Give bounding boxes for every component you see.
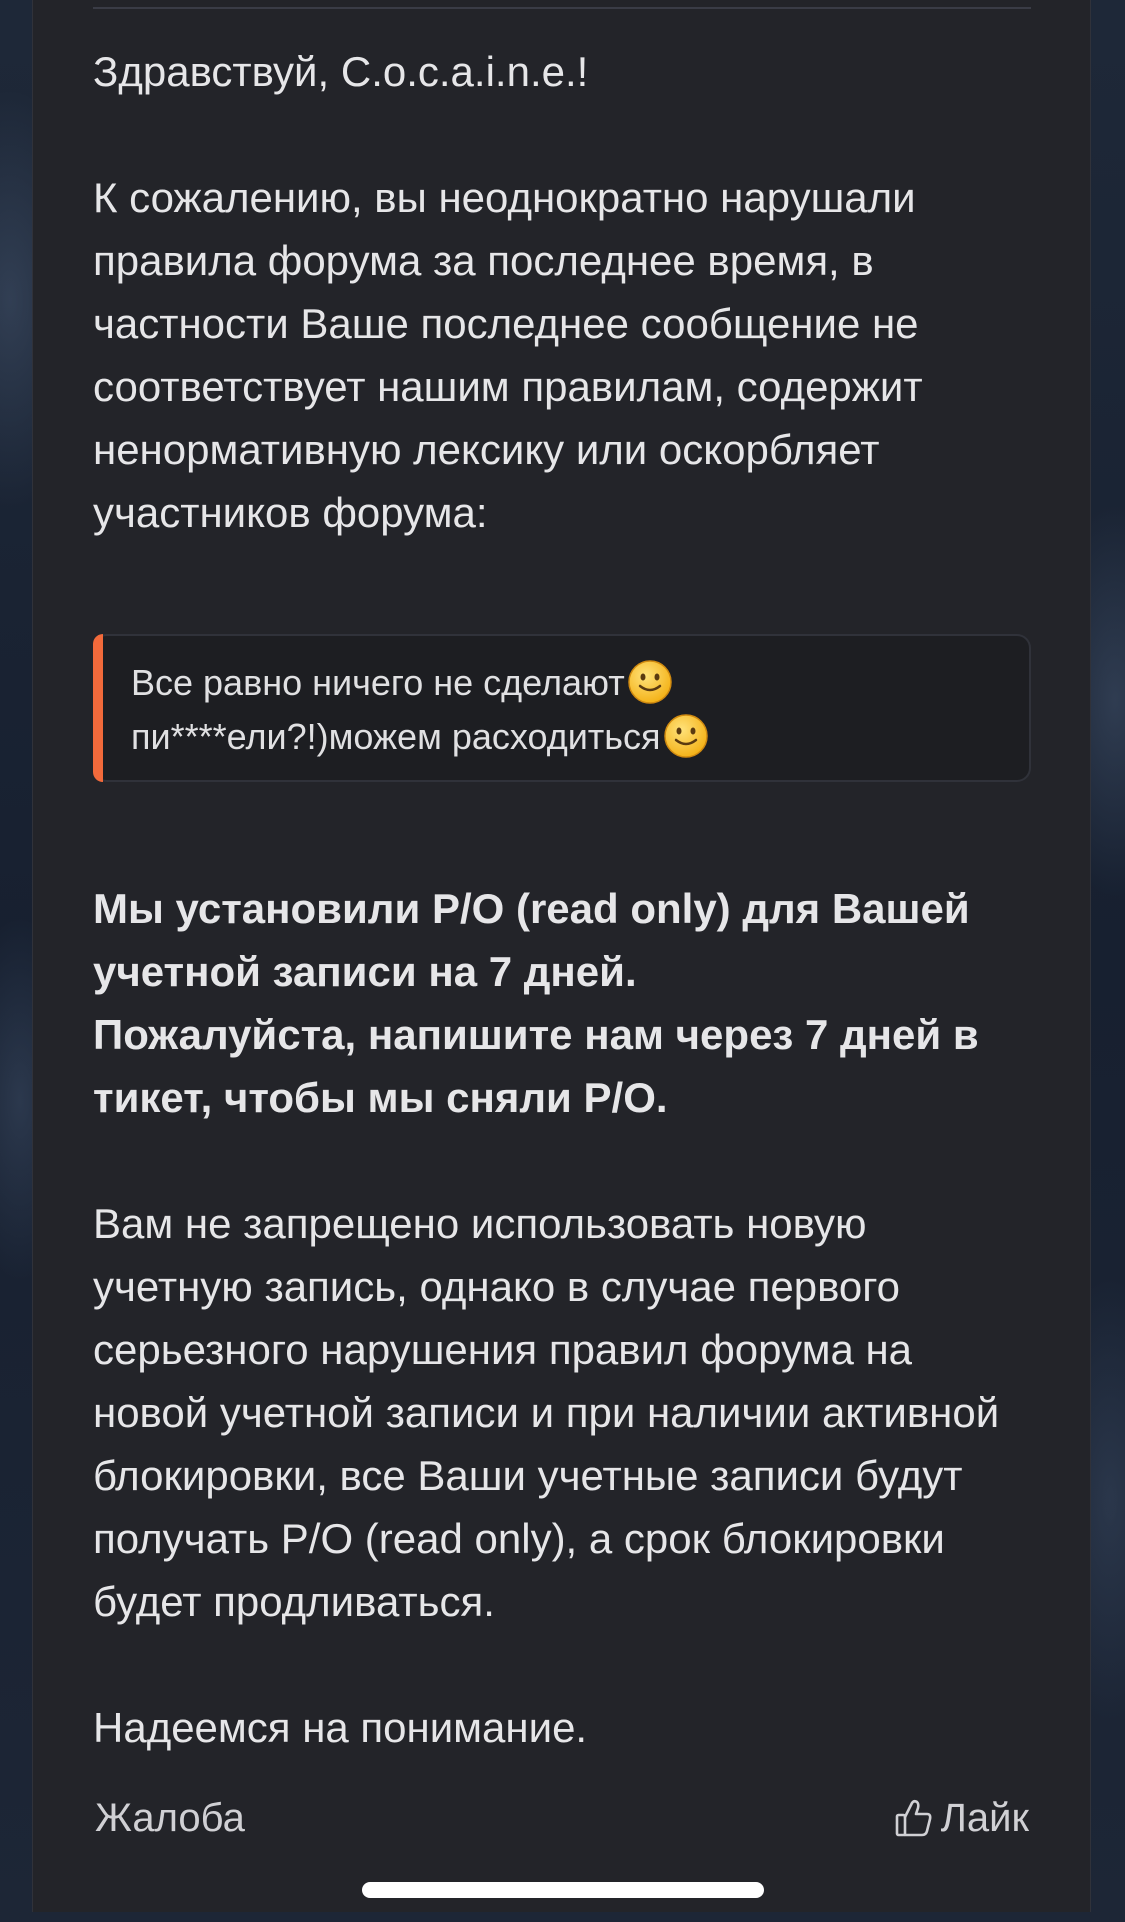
read-only-duration: Мы установили Р/О (read only) для Вашей … bbox=[93, 885, 970, 995]
read-only-notice: Мы установили Р/О (read only) для Вашей … bbox=[93, 877, 1033, 1129]
post-actions: Жалоба Лайк bbox=[93, 1788, 1031, 1848]
quote-line: пи****ели?!)можем расходиться bbox=[131, 710, 1001, 764]
smiley-icon bbox=[663, 714, 708, 758]
quote-accent-bar bbox=[93, 634, 103, 782]
violation-text: К сожалению, вы неоднократно нарушали пр… bbox=[93, 174, 923, 536]
closing-text: Надеемся на понимание. bbox=[93, 1704, 588, 1751]
like-button[interactable]: Лайк bbox=[895, 1788, 1029, 1848]
home-indicator[interactable] bbox=[362, 1882, 764, 1898]
top-divider bbox=[93, 7, 1031, 9]
quote-line-text: пи****ели?!)можем расходиться bbox=[131, 716, 661, 757]
smiley-icon bbox=[627, 660, 672, 704]
thumbs-up-icon bbox=[895, 1799, 932, 1837]
message-body: Здравствуй, C.o.c.a.i.n.e.! К сожалению,… bbox=[93, 40, 1033, 1759]
quote-block: Все равно ничего не сделают пи****ели?!)… bbox=[93, 634, 1031, 782]
new-account-info: Вам не запрещено использовать новую учет… bbox=[93, 1200, 1000, 1625]
ticket-instruction: Пожалуйста, напишите нам через 7 дней в … bbox=[93, 1011, 979, 1121]
like-label: Лайк bbox=[940, 1796, 1029, 1840]
report-button[interactable]: Жалоба bbox=[95, 1788, 245, 1848]
quote-line: Все равно ничего не сделают bbox=[131, 656, 1001, 710]
quote-line-text: Все равно ничего не сделают bbox=[131, 662, 625, 703]
greeting: Здравствуй, C.o.c.a.i.n.e.! bbox=[93, 48, 589, 95]
